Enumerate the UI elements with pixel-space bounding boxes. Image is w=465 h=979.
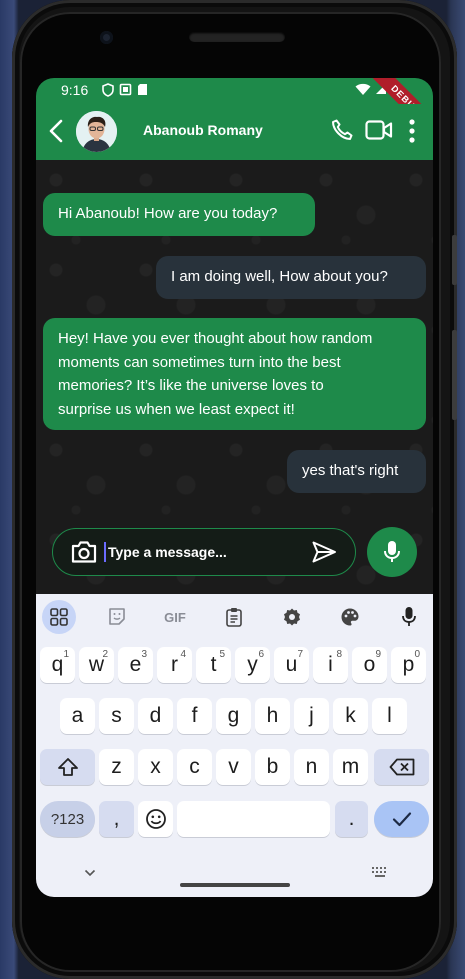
enter-key[interactable] — [374, 801, 429, 837]
key-i[interactable]: i8 — [313, 647, 348, 683]
voice-typing-icon[interactable] — [392, 600, 426, 634]
contact-avatar[interactable] — [76, 111, 117, 152]
chat-app-bar: Abanoub Romany — [36, 104, 433, 160]
palette-icon[interactable] — [333, 600, 367, 634]
backspace-icon — [389, 758, 414, 776]
key-l[interactable]: l — [372, 698, 407, 734]
emoji-icon — [145, 809, 166, 829]
shield-icon — [102, 83, 114, 97]
period-key[interactable]: . — [335, 801, 368, 837]
key-d[interactable]: d — [138, 698, 173, 734]
key-e[interactable]: e3 — [118, 647, 153, 683]
emoji-key[interactable] — [138, 801, 173, 837]
more-options-icon[interactable] — [408, 118, 416, 144]
message-received[interactable]: Hey! Have you ever thought about how ran… — [43, 318, 426, 430]
key-o[interactable]: o9 — [352, 647, 387, 683]
wifi-icon — [355, 83, 371, 95]
comma-key[interactable]: , — [99, 801, 134, 837]
front-camera — [100, 31, 113, 44]
message-text: Hi Abanoub! How are you today? — [58, 205, 278, 222]
volume-button — [452, 235, 457, 285]
key-g[interactable]: g — [216, 698, 251, 734]
apps-grid-icon[interactable] — [42, 600, 76, 634]
key-j[interactable]: j — [294, 698, 329, 734]
sd-card-icon — [138, 84, 147, 95]
key-m[interactable]: m — [333, 749, 368, 785]
key-f[interactable]: f — [177, 698, 212, 734]
video-call-icon[interactable] — [365, 119, 393, 141]
key-b[interactable]: b — [255, 749, 290, 785]
key-w[interactable]: w2 — [79, 647, 114, 683]
phone-call-icon[interactable] — [330, 118, 354, 142]
settings-gear-icon[interactable] — [275, 600, 309, 634]
message-text-line: surprise us when we least expect it! — [58, 400, 295, 418]
keyboard-switch-icon[interactable] — [372, 867, 388, 878]
camera-icon[interactable] — [70, 540, 98, 564]
message-sent[interactable]: I am doing well, How about you? — [156, 256, 426, 299]
soft-keyboard: GIF q1 w2 e3 r4 t5 y6 u7 i8 o9 p0 a s d — [36, 594, 433, 897]
key-x[interactable]: x — [138, 749, 173, 785]
shift-arrow-icon — [57, 758, 78, 776]
message-text: I am doing well, How about you? — [171, 268, 388, 285]
clipboard-icon[interactable] — [217, 600, 251, 634]
key-q[interactable]: q1 — [40, 647, 75, 683]
send-icon[interactable] — [311, 540, 337, 564]
microphone-icon — [384, 541, 400, 562]
key-p[interactable]: p0 — [391, 647, 426, 683]
space-bar[interactable] — [177, 801, 330, 837]
key-s[interactable]: s — [99, 698, 134, 734]
key-c[interactable]: c — [177, 749, 212, 785]
gif-button[interactable]: GIF — [158, 600, 192, 634]
message-text-line: Hey! Have you ever thought about how ran… — [58, 330, 373, 347]
message-sent[interactable]: yes that's right — [287, 450, 426, 493]
message-input-container — [52, 528, 356, 576]
key-r[interactable]: r4 — [157, 647, 192, 683]
power-button — [452, 330, 457, 420]
backspace-key[interactable] — [374, 749, 429, 785]
key-y[interactable]: y6 — [235, 647, 270, 683]
key-u[interactable]: u7 — [274, 647, 309, 683]
sticker-icon[interactable] — [100, 600, 134, 634]
message-text-line: moments can sometimes turn into the best — [58, 353, 341, 371]
message-text-line: memories? It’s like the universe loves t… — [58, 377, 324, 394]
home-indicator[interactable] — [180, 883, 290, 887]
screencast-icon — [119, 83, 132, 96]
key-t[interactable]: t5 — [196, 647, 231, 683]
back-arrow-icon[interactable] — [48, 118, 64, 144]
message-input[interactable] — [104, 542, 298, 562]
message-text: yes that's right — [302, 462, 399, 479]
contact-name[interactable]: Abanoub Romany — [143, 122, 263, 138]
symbols-key[interactable]: ?123 — [40, 801, 95, 837]
keyboard-toolbar: GIF — [36, 594, 433, 638]
chevron-down-icon[interactable] — [84, 869, 96, 877]
phone-screen: 9:16 DEBUG Abanoub Romany Hi Abanoub! Ho… — [36, 78, 433, 897]
system-nav-bar — [36, 855, 433, 897]
checkmark-icon — [392, 812, 411, 827]
key-z[interactable]: z — [99, 749, 134, 785]
voice-record-button[interactable] — [367, 527, 417, 577]
key-k[interactable]: k — [333, 698, 368, 734]
key-v[interactable]: v — [216, 749, 251, 785]
message-received[interactable]: Hi Abanoub! How are you today? — [43, 193, 315, 236]
status-time: 9:16 — [61, 82, 89, 98]
message-composer — [36, 512, 433, 594]
earpiece-speaker — [189, 32, 285, 42]
key-n[interactable]: n — [294, 749, 329, 785]
status-bar: 9:16 DEBUG — [36, 78, 433, 145]
key-h[interactable]: h — [255, 698, 290, 734]
key-a[interactable]: a — [60, 698, 95, 734]
shift-key[interactable] — [40, 749, 95, 785]
